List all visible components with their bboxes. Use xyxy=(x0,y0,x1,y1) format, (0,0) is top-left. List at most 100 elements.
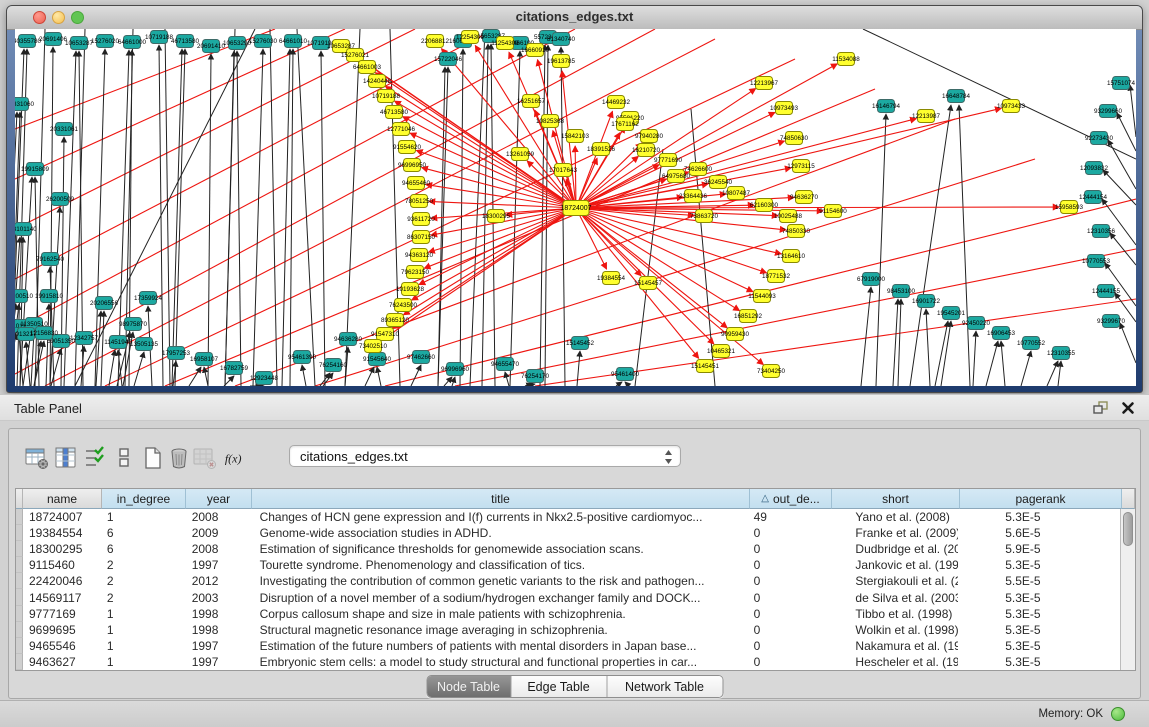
graph-node-reference[interactable]: 93611720 xyxy=(407,213,435,226)
graph-node-cited[interactable]: 67919000 xyxy=(857,273,886,286)
graph-node-cited[interactable]: 97462660 xyxy=(407,351,436,364)
graph-node-reference[interactable]: 97940280 xyxy=(635,130,664,143)
table-row[interactable]: 977716911998Corpus callosum shape and si… xyxy=(16,606,1120,622)
table-row[interactable]: 946554611997Estimation of the future num… xyxy=(16,638,1120,654)
graph-node-reference[interactable]: 16851292 xyxy=(734,310,763,323)
graph-node-reference[interactable]: 15145451 xyxy=(691,360,720,373)
graph-node-cited[interactable]: 10770553 xyxy=(1082,255,1111,268)
graph-node-cited[interactable]: 96996960 xyxy=(441,363,470,376)
graph-node-cited[interactable]: 64661010 xyxy=(279,35,308,48)
graph-node-reference[interactable]: 22068812 xyxy=(421,35,450,48)
graph-node-cited[interactable]: 98453100 xyxy=(887,285,916,298)
table-row[interactable]: 1830029562008Estimation of significance … xyxy=(16,541,1120,557)
graph-node-reference[interactable]: 46713580 xyxy=(380,106,409,119)
tab-node-table[interactable]: Node Table xyxy=(427,676,511,697)
graph-node-cited[interactable]: 76254160 xyxy=(319,359,348,372)
new-table-icon[interactable] xyxy=(141,445,165,471)
graph-node-reference[interactable]: 96996950 xyxy=(398,159,427,172)
graph-node-cited[interactable]: 20331061 xyxy=(50,123,79,136)
graph-node-cited[interactable]: 10770552 xyxy=(1017,337,1046,350)
graph-node-reference[interactable]: 15145457 xyxy=(634,277,663,290)
graph-node-cited[interactable]: 98975870 xyxy=(119,318,148,331)
graph-node-cited[interactable]: 12310356 xyxy=(1087,225,1116,238)
table-settings-icon[interactable] xyxy=(25,445,49,471)
column-header-out-de-[interactable]: △out_de... xyxy=(750,489,832,509)
graph-node-cited[interactable]: 17359924 xyxy=(134,292,163,305)
graph-node-cited[interactable]: 16648784 xyxy=(942,90,971,103)
graph-node-reference[interactable]: 94363120 xyxy=(405,249,434,262)
graph-node-cited[interactable]: 15751074 xyxy=(1107,77,1136,90)
graph-node-cited[interactable]: 46713580 xyxy=(171,35,200,48)
row-height-icon[interactable] xyxy=(112,445,136,471)
graph-node-hub[interactable]: 18724007 xyxy=(560,201,591,216)
scrollbar-thumb[interactable] xyxy=(1123,512,1133,546)
graph-node-reference[interactable]: 10973433 xyxy=(997,100,1026,113)
graph-node-cited[interactable]: 16146794 xyxy=(872,100,901,113)
column-header-year[interactable]: year xyxy=(186,489,252,509)
graph-node-cited[interactable]: 16906453 xyxy=(987,327,1016,340)
graph-node-reference[interactable]: 15842103 xyxy=(561,130,590,143)
graph-node-reference[interactable]: 13164610 xyxy=(777,250,806,263)
graph-node-cited[interactable]: 12444155 xyxy=(1092,285,1121,298)
graph-node-reference[interactable]: 18771532 xyxy=(762,270,791,283)
column-visibility-icon[interactable] xyxy=(54,445,78,471)
graph-node-cited[interactable]: 95461400 xyxy=(611,368,640,381)
graph-node-reference[interactable]: 86307150 xyxy=(407,231,436,244)
tab-edge-table[interactable]: Edge Table xyxy=(511,676,607,697)
graph-node-cited[interactable]: 15276020 xyxy=(91,35,120,48)
graph-node-reference[interactable]: 19384554 xyxy=(597,272,626,285)
graph-node-reference[interactable]: 78051250 xyxy=(405,195,434,208)
table-row[interactable]: 911546021997Tourette syndrome. Phenomeno… xyxy=(16,557,1120,573)
graph-node-reference[interactable]: 12213987 xyxy=(912,110,941,123)
graph-node-reference[interactable]: 74850330 xyxy=(782,225,811,238)
table-row[interactable]: 1938455462009Genome-wide association stu… xyxy=(16,525,1120,541)
column-header-name[interactable]: name xyxy=(23,489,102,509)
window-titlebar[interactable]: citations_edges.txt xyxy=(7,6,1142,30)
citation-network-graph[interactable]: 4035578020691406106532871527602064661000… xyxy=(15,29,1136,386)
graph-node-cited[interactable]: 92450220 xyxy=(962,317,991,330)
column-header-title[interactable]: title xyxy=(252,489,750,509)
graph-node-cited[interactable]: 10653287 xyxy=(65,37,94,50)
graph-node-cited[interactable]: 83101140 xyxy=(15,223,37,236)
graph-node-reference[interactable]: 18391526 xyxy=(587,143,616,156)
graph-node-cited[interactable]: 20691410 xyxy=(197,40,226,53)
column-header-in-degree[interactable]: in_degree xyxy=(102,489,186,509)
graph-node-reference[interactable]: 91554620 xyxy=(393,141,422,154)
function-builder-icon[interactable]: f(x) xyxy=(223,445,247,471)
graph-node-reference[interactable]: 12973115 xyxy=(787,160,815,173)
table-row[interactable]: 2242004622012Investigating the contribut… xyxy=(16,573,1120,589)
float-panel-icon[interactable] xyxy=(1093,401,1109,415)
tab-network-table[interactable]: Network Table xyxy=(607,676,722,697)
graph-node-cited[interactable]: 19915809 xyxy=(21,163,50,176)
graph-node-reference[interactable]: 11534088 xyxy=(832,53,860,66)
graph-node-cited[interactable]: 12093832 xyxy=(1080,162,1109,175)
table-row[interactable]: 1456911722003Disruption of a novel membe… xyxy=(16,589,1120,605)
network-canvas[interactable]: 4035578020691406106532871527602064661000… xyxy=(15,29,1136,386)
graph-node-reference[interactable]: 94655460 xyxy=(402,177,431,190)
graph-node-reference[interactable]: 23364436 xyxy=(679,190,708,203)
graph-node-cited[interactable]: 26200510 xyxy=(15,290,33,303)
graph-node-cited[interactable]: 19915810 xyxy=(35,290,64,303)
column-header-short[interactable]: short xyxy=(832,489,960,509)
graph-node-reference[interactable]: 10025488 xyxy=(774,210,803,223)
graph-node-cited[interactable]: 15722046 xyxy=(434,53,463,66)
graph-node-reference[interactable]: 10807487 xyxy=(722,187,751,200)
graph-node-cited[interactable]: 16958107 xyxy=(190,353,219,366)
graph-node-reference[interactable]: 76243500 xyxy=(389,299,418,312)
table-row[interactable]: 1872400712008Changes of HCN gene express… xyxy=(16,509,1120,525)
table-selector-dropdown[interactable]: citations_edges.txt xyxy=(289,445,681,467)
delete-table-icon[interactable] xyxy=(193,445,217,471)
graph-node-cited[interactable]: 16782759 xyxy=(220,362,249,375)
graph-node-cited[interactable]: 64661000 xyxy=(118,36,147,49)
graph-node-reference[interactable]: 73402510 xyxy=(359,340,388,353)
graph-node-cited[interactable]: 95461390 xyxy=(288,351,317,364)
select-rows-icon[interactable] xyxy=(83,445,107,471)
graph-node-reference[interactable]: 19613785 xyxy=(547,55,576,68)
graph-node-reference[interactable]: 73404250 xyxy=(757,365,786,378)
graph-node-cited[interactable]: 15145452 xyxy=(566,337,595,350)
graph-node-cited[interactable]: 15276030 xyxy=(249,35,278,48)
graph-node-cited[interactable]: 11451940 xyxy=(104,336,132,349)
column-header-pagerank[interactable]: pagerank xyxy=(960,489,1122,509)
graph-node-cited[interactable]: 20331060 xyxy=(15,98,34,111)
graph-node-reference[interactable]: 91547310 xyxy=(371,328,400,341)
